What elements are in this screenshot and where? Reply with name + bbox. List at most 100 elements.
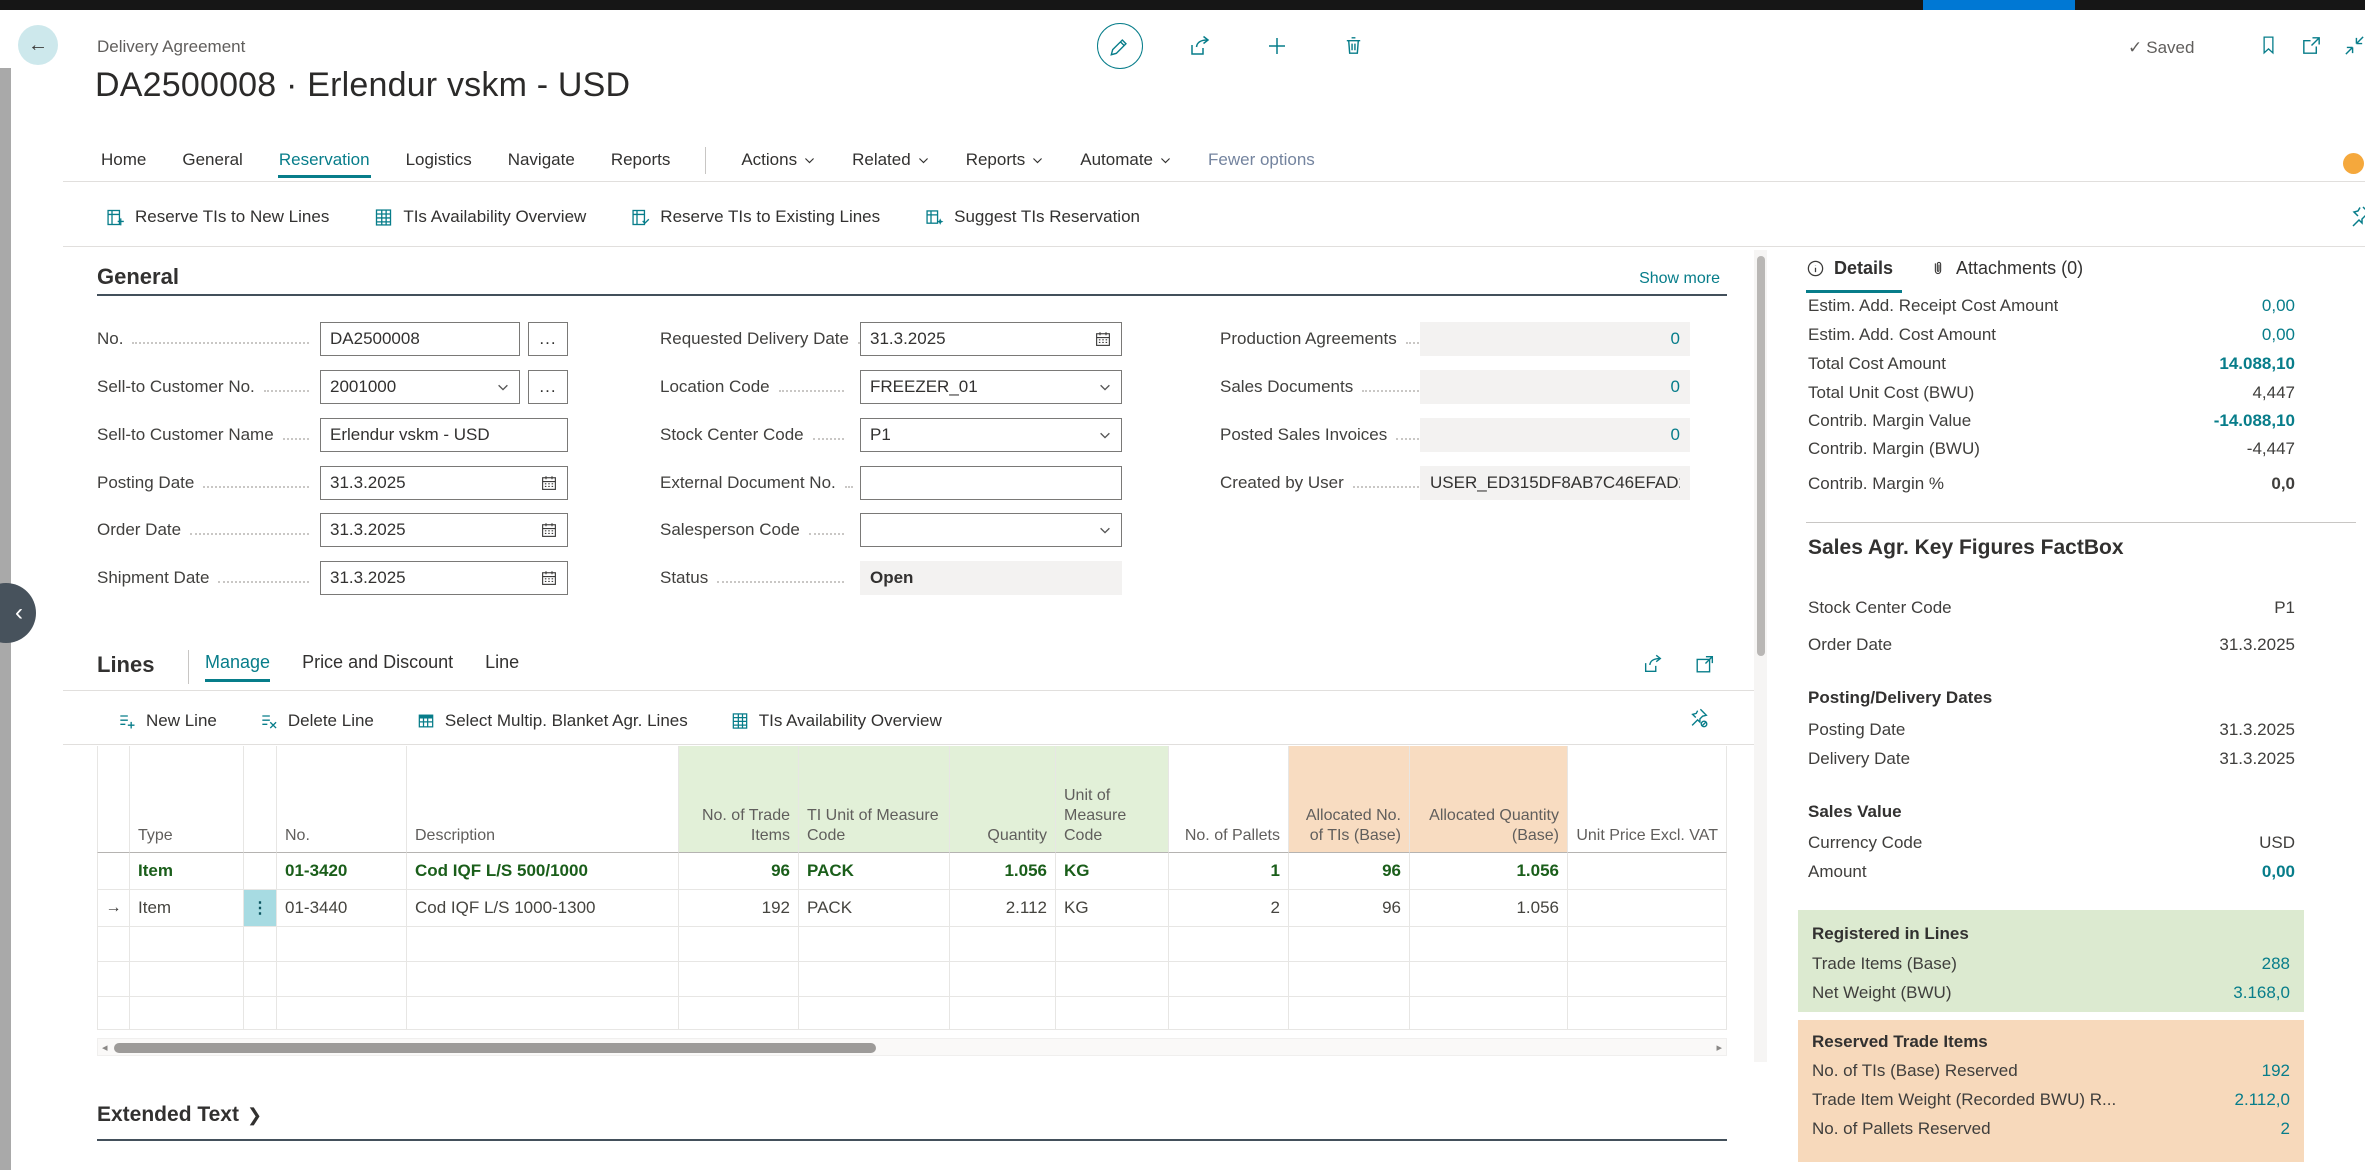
menu-reports-dropdown[interactable]: Reports bbox=[965, 144, 1046, 178]
tab-navigate[interactable]: Navigate bbox=[507, 144, 576, 178]
location-code-field[interactable]: FREEZER_01 bbox=[860, 370, 1122, 404]
cell-no[interactable]: 01-3420 bbox=[277, 853, 407, 890]
bookmark-button[interactable] bbox=[2258, 33, 2279, 57]
empty-cell[interactable] bbox=[799, 997, 950, 1030]
empty-cell[interactable] bbox=[277, 962, 407, 997]
header-allocated-quantity-base[interactable]: Allocated Quantity (Base) bbox=[1410, 746, 1568, 853]
empty-cell[interactable] bbox=[97, 927, 130, 962]
empty-cell[interactable] bbox=[130, 962, 244, 997]
header-quantity[interactable]: Quantity bbox=[950, 746, 1056, 853]
empty-cell[interactable] bbox=[97, 962, 130, 997]
external-document-no-field[interactable] bbox=[860, 466, 1122, 500]
fewer-options-button[interactable]: Fewer options bbox=[1207, 144, 1316, 178]
empty-cell[interactable] bbox=[1056, 962, 1169, 997]
order-date-field[interactable]: 31.3.2025 bbox=[320, 513, 568, 547]
cell-unit-price[interactable] bbox=[1568, 853, 1727, 890]
empty-cell[interactable] bbox=[1289, 962, 1410, 997]
cell-no[interactable]: 01-3440 bbox=[277, 890, 407, 927]
new-line-button[interactable]: New Line bbox=[117, 711, 217, 731]
empty-cell[interactable] bbox=[407, 997, 679, 1030]
row-selector[interactable] bbox=[97, 853, 130, 890]
cell-uom[interactable]: KG bbox=[1056, 853, 1169, 890]
drilldown-value[interactable]: 0,00 bbox=[2262, 296, 2295, 316]
empty-cell[interactable] bbox=[1410, 962, 1568, 997]
cell-allocated-tis[interactable]: 96 bbox=[1289, 853, 1410, 890]
cell-no-of-pallets[interactable]: 2 bbox=[1169, 890, 1289, 927]
empty-cell[interactable] bbox=[950, 962, 1056, 997]
empty-cell[interactable] bbox=[799, 927, 950, 962]
select-multiple-blanket-agr-lines-button[interactable]: Select Multip. Blanket Agr. Lines bbox=[416, 711, 688, 731]
empty-cell[interactable] bbox=[1169, 962, 1289, 997]
sell-to-customer-no-field[interactable]: 2001000 bbox=[320, 370, 520, 404]
extended-text-heading[interactable]: Extended Text ❯ bbox=[97, 1103, 262, 1127]
cell-description[interactable]: Cod IQF L/S 1000-1300 bbox=[407, 890, 679, 927]
calendar-icon[interactable] bbox=[540, 569, 558, 587]
menu-actions[interactable]: Actions bbox=[740, 144, 817, 178]
header-unit-of-measure-code[interactable]: Unit of Measure Code bbox=[1056, 746, 1169, 853]
tab-reservation[interactable]: Reservation bbox=[278, 144, 371, 178]
drilldown-value[interactable]: 0,00 bbox=[2262, 325, 2295, 345]
empty-cell[interactable] bbox=[130, 927, 244, 962]
lines-tis-availability-overview-button[interactable]: TIs Availability Overview bbox=[730, 711, 942, 731]
menu-automate[interactable]: Automate bbox=[1079, 144, 1173, 178]
empty-cell[interactable] bbox=[950, 997, 1056, 1030]
empty-cell[interactable] bbox=[679, 962, 799, 997]
tab-general[interactable]: General bbox=[181, 144, 243, 178]
share-button[interactable] bbox=[1188, 34, 1212, 58]
empty-cell[interactable] bbox=[950, 927, 1056, 962]
cell-no-of-trade-items[interactable]: 192 bbox=[679, 890, 799, 927]
cell-allocated-qty[interactable]: 1.056 bbox=[1410, 853, 1568, 890]
cell-row-menu[interactable] bbox=[244, 853, 277, 890]
no-assist-button[interactable]: ... bbox=[528, 322, 568, 356]
cell-uom[interactable]: KG bbox=[1056, 890, 1169, 927]
header-type[interactable]: Type bbox=[130, 746, 244, 853]
empty-cell[interactable] bbox=[97, 997, 130, 1030]
no-field[interactable]: DA2500008 bbox=[320, 322, 520, 356]
tis-availability-overview-button[interactable]: TIs Availability Overview bbox=[373, 207, 586, 228]
menu-related[interactable]: Related bbox=[851, 144, 931, 178]
empty-cell[interactable] bbox=[679, 927, 799, 962]
header-unit-price-excl-vat[interactable]: Unit Price Excl. VAT bbox=[1568, 746, 1727, 853]
empty-cell[interactable] bbox=[1056, 997, 1169, 1030]
empty-cell[interactable] bbox=[244, 927, 277, 962]
new-document-button[interactable] bbox=[1265, 34, 1289, 58]
empty-cell[interactable] bbox=[407, 962, 679, 997]
header-description[interactable]: Description bbox=[407, 746, 679, 853]
unpin-toolbar-button[interactable] bbox=[1688, 707, 1710, 729]
header-no-of-trade-items[interactable]: No. of Trade Items bbox=[679, 746, 799, 853]
stock-center-code-field[interactable]: P1 bbox=[860, 418, 1122, 452]
cell-type[interactable]: Item bbox=[130, 890, 244, 927]
cell-unit-price[interactable] bbox=[1568, 890, 1727, 927]
lines-expand-button[interactable] bbox=[1694, 653, 1716, 675]
cell-quantity[interactable]: 2.112 bbox=[950, 890, 1056, 927]
production-agreements-field[interactable]: 0 bbox=[1420, 322, 1690, 356]
calendar-icon[interactable] bbox=[1094, 330, 1112, 348]
posting-date-field[interactable]: 31.3.2025 bbox=[320, 466, 568, 500]
posted-sales-invoices-field[interactable]: 0 bbox=[1420, 418, 1690, 452]
drilldown-value[interactable]: 14.088,10 bbox=[2219, 354, 2295, 374]
empty-cell[interactable] bbox=[1169, 927, 1289, 962]
cell-type[interactable]: Item bbox=[130, 853, 244, 890]
factbox-tab-details[interactable]: Details bbox=[1806, 258, 1893, 279]
sell-to-customer-name-field[interactable]: Erlendur vskm - USD bbox=[320, 418, 568, 452]
reserve-tis-new-lines-button[interactable]: Reserve TIs to New Lines bbox=[105, 207, 329, 228]
drilldown-value[interactable]: 288 bbox=[2262, 954, 2290, 974]
empty-cell[interactable] bbox=[1056, 927, 1169, 962]
cell-no-of-pallets[interactable]: 1 bbox=[1169, 853, 1289, 890]
edit-button[interactable] bbox=[1097, 23, 1143, 69]
collapse-window-button[interactable] bbox=[2343, 34, 2365, 57]
collapse-pane-button[interactable]: ‹ bbox=[0, 583, 36, 643]
cell-quantity[interactable]: 1.056 bbox=[950, 853, 1056, 890]
show-more-link[interactable]: Show more bbox=[1600, 270, 1720, 288]
drilldown-value[interactable]: 192 bbox=[2262, 1061, 2290, 1081]
horizontal-scroll-thumb[interactable] bbox=[114, 1043, 876, 1053]
row-context-menu-button[interactable]: ⋮ bbox=[244, 890, 277, 927]
empty-cell[interactable] bbox=[130, 997, 244, 1030]
tab-logistics[interactable]: Logistics bbox=[405, 144, 473, 178]
header-no[interactable]: No. bbox=[277, 746, 407, 853]
empty-cell[interactable] bbox=[1169, 997, 1289, 1030]
empty-cell[interactable] bbox=[1410, 927, 1568, 962]
cell-description[interactable]: Cod IQF L/S 500/1000 bbox=[407, 853, 679, 890]
pin-ribbon-button[interactable] bbox=[2349, 204, 2365, 228]
lines-tab-price-and-discount[interactable]: Price and Discount bbox=[302, 652, 453, 682]
